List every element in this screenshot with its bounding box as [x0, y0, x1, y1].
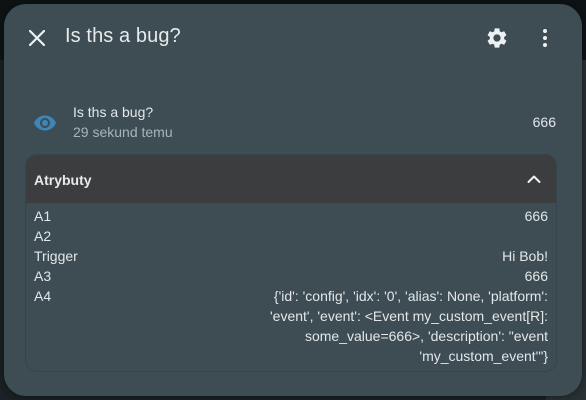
- attribute-row: A1 666: [34, 206, 548, 226]
- close-icon: [28, 29, 46, 47]
- attribute-key: A4: [34, 288, 52, 304]
- gear-icon: [487, 28, 507, 48]
- attribute-key: A1: [34, 208, 52, 224]
- attribute-key: A2: [34, 228, 52, 244]
- entity-name: Is ths a bug?: [73, 104, 154, 120]
- more-vertical-icon: [543, 29, 547, 47]
- eye-icon: [34, 115, 56, 131]
- attribute-value: 666: [524, 268, 548, 284]
- chevron-up-icon: [527, 175, 541, 183]
- attribute-key: A3: [34, 268, 52, 284]
- attribute-value: 666: [524, 208, 548, 224]
- close-button[interactable]: [19, 20, 55, 56]
- attributes-title: Atrybuty: [34, 172, 92, 188]
- entity-row[interactable]: Is ths a bug? 29 sekund temu 666: [4, 92, 582, 148]
- entity-icon: [30, 108, 60, 138]
- attribute-value: {'id': 'config', 'idx': '0', 'alias': No…: [270, 288, 548, 364]
- attribute-row: A3 666: [34, 266, 548, 286]
- dialog-title: Is ths a bug?: [65, 25, 181, 47]
- attributes-header[interactable]: Atrybuty: [26, 155, 556, 203]
- attribute-row: A4 {'id': 'config', 'idx': '0', 'alias':…: [34, 286, 548, 366]
- more-info-dialog: Is ths a bug? Is ths a bug? 29 sekund te…: [4, 4, 582, 396]
- attributes-toggle[interactable]: [522, 167, 546, 191]
- more-options-button[interactable]: [527, 20, 563, 56]
- entity-last-changed: 29 sekund temu: [73, 124, 173, 140]
- attributes-panel: Atrybuty A1 666 A2 Trigger Hi Bob! A3 66…: [25, 154, 557, 372]
- attribute-row: A2: [34, 226, 548, 246]
- attribute-key: Trigger: [34, 248, 78, 264]
- dialog-header: Is ths a bug?: [4, 4, 582, 70]
- entity-state: 666: [532, 114, 556, 130]
- attribute-value: Hi Bob!: [502, 248, 548, 264]
- attributes-list: A1 666 A2 Trigger Hi Bob! A3 666 A4 {'id…: [34, 206, 548, 366]
- attribute-row: Trigger Hi Bob!: [34, 246, 548, 266]
- settings-button[interactable]: [479, 20, 515, 56]
